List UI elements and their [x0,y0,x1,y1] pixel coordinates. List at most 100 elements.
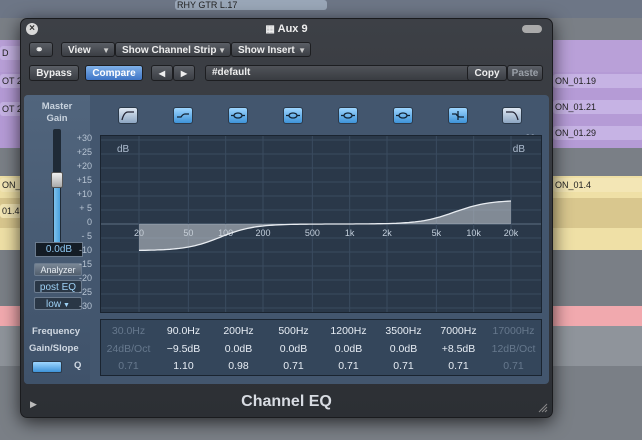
region[interactable]: RHY GTR L.17 [175,0,327,10]
band-q-value[interactable]: 1.10 [156,360,211,372]
band-q-value[interactable]: 0.71 [431,360,486,372]
frequency-label: Frequency [32,326,81,337]
band-frequency-value[interactable]: 17000Hz [486,325,541,337]
db-tick-label: 0 [86,217,92,227]
band-gain-value[interactable]: 12dB/Oct [486,343,541,355]
db-tick-label: -30 [78,301,92,311]
chevron-down-icon: ▼ [218,46,226,55]
fader-handle[interactable] [51,172,63,189]
band-6-peak-button[interactable] [393,107,413,124]
band-q-value[interactable]: 0.71 [376,360,431,372]
region-left[interactable]: D [0,46,22,60]
resize-grip-icon[interactable] [538,403,548,413]
close-button[interactable]: × [26,23,38,35]
region-right[interactable]: ON_01.19 [553,74,642,88]
eq-curve-display[interactable]: 20501002005001k2k5k10k20kdBdB [100,135,542,313]
region-left[interactable]: OT 2 [0,74,22,88]
band-frequency-value[interactable]: 500Hz [266,325,321,337]
band-frequency-value[interactable]: 3500Hz [376,325,431,337]
q-couple-button[interactable] [32,361,62,373]
region-left[interactable]: ON_0 [0,178,22,192]
view-menu[interactable]: View ▼ [61,42,115,57]
show-insert-menu[interactable]: Show Insert ▼ [231,42,311,57]
db-tick-label: -25 [78,287,92,297]
region-right[interactable]: ON_01.4 [553,178,642,192]
region-left[interactable]: 01.4 [0,204,22,218]
band-frequency-value[interactable]: 200Hz [211,325,266,337]
band-gain-value[interactable]: −9.5dB [156,343,211,355]
band-8-high-cut-button[interactable] [502,107,522,124]
band-parameters: 30.0Hz 90.0Hz 200Hz 500Hz 1200Hz 3500Hz 7000Hz… [100,319,542,376]
previous-preset-button[interactable]: ◀ [151,65,173,81]
band-q-value[interactable]: 0.71 [321,360,376,372]
band-7-high-shelf-button[interactable] [448,107,468,124]
chevron-down-icon: ▼ [298,46,306,55]
link-button[interactable]: ⚭ [29,42,53,57]
copy-button[interactable]: Copy [467,65,507,81]
q-label: Q [74,360,82,371]
band-2-low-shelf-button[interactable] [173,107,193,124]
low-shelf-icon [177,113,189,118]
track-lane: RHY GTR L.17 [0,0,642,18]
gain-slope-label: Gain/Slope [29,343,79,354]
show-channel-strip-label: Show Channel Strip [122,45,217,56]
bell-icon [396,112,410,119]
db-unit-label: dB [117,144,130,155]
eq-panel: Master Gain 0.0dB Analyzer post EQ low ▼… [24,95,549,384]
zoom-button[interactable] [522,25,542,33]
db-tick-label: -15 [78,259,92,269]
band-frequency-value[interactable]: 7000Hz [431,325,486,337]
master-gain-fader[interactable] [51,129,63,243]
fader-fill [54,180,60,243]
freq-tick-label: 2k [382,228,392,238]
plugin-name: Channel EQ [241,393,332,410]
low-cut-icon [121,111,134,121]
bell-icon [231,112,245,119]
band-4-peak-button[interactable] [283,107,303,124]
region-left[interactable]: OT 2 [0,102,22,116]
band-frequency-value[interactable]: 1200Hz [321,325,376,337]
band-3-peak-button[interactable] [228,107,248,124]
keyboard-icon: ▦ [265,24,278,35]
db-tick-label: +15 [76,175,92,185]
eq-curve-graph[interactable]: 20501002005001k2k5k10k20kdBdB [101,136,541,312]
freq-tick-label: 5k [432,228,442,238]
band-gain-value[interactable]: 0.0dB [321,343,376,355]
band-q-value[interactable]: 0.71 [101,360,156,372]
chevron-down-icon: ▼ [102,46,110,55]
band-frequency-value[interactable]: 30.0Hz [101,325,156,337]
band-1-low-cut-button[interactable] [118,107,138,124]
band-gain-value[interactable]: 24dB/Oct [101,343,156,355]
band-frequency-value[interactable]: 90.0Hz [156,325,211,337]
band-q-value[interactable]: 0.98 [211,360,266,372]
freq-tick-label: 200 [255,228,270,238]
analyzer-resolution-value: low [46,299,62,310]
db-tick-label: - 5 [81,231,92,241]
band-q-value[interactable]: 0.71 [266,360,321,372]
band-gain-value[interactable]: 0.0dB [266,343,321,355]
region-right[interactable]: ON_01.29 [553,126,642,140]
band-q-value[interactable]: 0.71 [486,360,541,372]
next-preset-button[interactable]: ▶ [173,65,195,81]
view-menu-label: View [68,45,91,56]
bypass-button[interactable]: Bypass [29,65,79,81]
db-tick-label: -20 [78,273,92,283]
eq-curve-fill [139,201,511,251]
freq-tick-label: 1k [345,228,355,238]
compare-button[interactable]: Compare [85,65,143,81]
preset-name: #default [212,67,251,78]
db-tick-label: +30 [76,133,92,143]
band-gain-value[interactable]: 0.0dB [211,343,266,355]
freq-tick-label: 500 [305,228,320,238]
band-gain-value[interactable]: +8.5dB [431,343,486,355]
band-gain-value[interactable]: 0.0dB [376,343,431,355]
show-insert-label: Show Insert [238,45,295,56]
preset-menu[interactable]: #default▼ [205,65,484,81]
freq-tick-label: 10k [466,228,481,238]
freq-tick-label: 20k [504,228,519,238]
band-5-peak-button[interactable] [338,107,358,124]
region-right[interactable]: ON_01.21 [553,100,642,114]
paste-button[interactable]: Paste [507,65,543,81]
db-tick-label: + 5 [79,203,92,213]
show-channel-strip-menu[interactable]: Show Channel Strip ▼ [115,42,231,57]
